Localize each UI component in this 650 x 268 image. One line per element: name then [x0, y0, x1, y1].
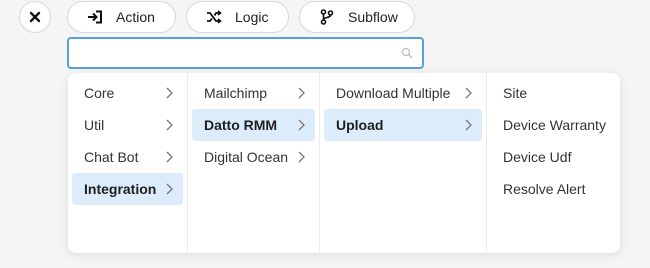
search-icon	[401, 47, 413, 59]
shuffle-icon	[205, 8, 223, 26]
menu-item-util[interactable]: Util	[72, 109, 183, 141]
chevron-right-icon	[166, 119, 173, 131]
chevron-right-icon	[298, 119, 305, 131]
menu-item-label: Digital Ocean	[204, 149, 289, 165]
menu-item-label: Resolve Alert	[503, 181, 586, 197]
sign-in-arrow-icon	[86, 8, 104, 26]
menu-item-mailchimp[interactable]: Mailchimp	[192, 77, 315, 109]
menu-item-label: Chat Bot	[84, 149, 139, 165]
menu-item-integration[interactable]: Integration	[72, 173, 183, 205]
flow-editor-toolbar-area: Action Logic Subflow Core Util Chat Bot …	[0, 0, 650, 268]
menu-column-upload-actions: Site Device Warranty Device Udf Resolve …	[487, 73, 620, 253]
menu-column-datto-groups: Download Multiple Upload	[320, 73, 487, 253]
menu-item-label: Device Warranty	[503, 117, 606, 133]
search-box	[67, 37, 424, 69]
search-input[interactable]	[69, 39, 389, 67]
action-button[interactable]: Action	[67, 1, 176, 33]
menu-item-label: Datto RMM	[204, 117, 278, 133]
menu-item-label: Mailchimp	[204, 85, 268, 101]
menu-item-chat-bot[interactable]: Chat Bot	[72, 141, 183, 173]
chevron-right-icon	[465, 87, 472, 99]
menu-column-integrations: Mailchimp Datto RMM Digital Ocean	[188, 73, 320, 253]
action-button-label: Action	[116, 9, 155, 25]
logic-button[interactable]: Logic	[186, 1, 289, 33]
subflow-button-label: Subflow	[348, 9, 398, 25]
menu-item-label: Util	[84, 117, 105, 133]
menu-item-core[interactable]: Core	[72, 77, 183, 109]
close-button[interactable]	[19, 1, 51, 33]
chevron-right-icon	[298, 151, 305, 163]
logic-button-label: Logic	[235, 9, 269, 25]
menu-item-resolve-alert[interactable]: Resolve Alert	[491, 173, 616, 205]
menu-item-label: Device Udf	[503, 149, 572, 165]
branch-icon	[318, 8, 336, 26]
menu-item-download-multiple[interactable]: Download Multiple	[324, 77, 482, 109]
chevron-right-icon	[298, 87, 305, 99]
close-icon	[29, 11, 41, 23]
menu-item-device-udf[interactable]: Device Udf	[491, 141, 616, 173]
menu-item-label: Download Multiple	[336, 85, 451, 101]
chevron-right-icon	[166, 87, 173, 99]
menu-column-categories: Core Util Chat Bot Integration	[68, 73, 188, 253]
menu-item-label: Integration	[84, 181, 157, 197]
chevron-right-icon	[166, 183, 173, 195]
menu-item-site[interactable]: Site	[491, 77, 616, 109]
chevron-right-icon	[166, 151, 173, 163]
subflow-button[interactable]: Subflow	[299, 1, 415, 33]
menu-item-upload[interactable]: Upload	[324, 109, 482, 141]
menu-item-label: Core	[84, 85, 115, 101]
chevron-right-icon	[465, 119, 472, 131]
menu-item-digital-ocean[interactable]: Digital Ocean	[192, 141, 315, 173]
menu-item-label: Site	[503, 85, 528, 101]
menu-item-datto-rmm[interactable]: Datto RMM	[192, 109, 315, 141]
menu-item-label: Upload	[336, 117, 384, 133]
menu-item-device-warranty[interactable]: Device Warranty	[491, 109, 616, 141]
cascading-menu: Core Util Chat Bot Integration Mailchimp	[68, 73, 620, 253]
